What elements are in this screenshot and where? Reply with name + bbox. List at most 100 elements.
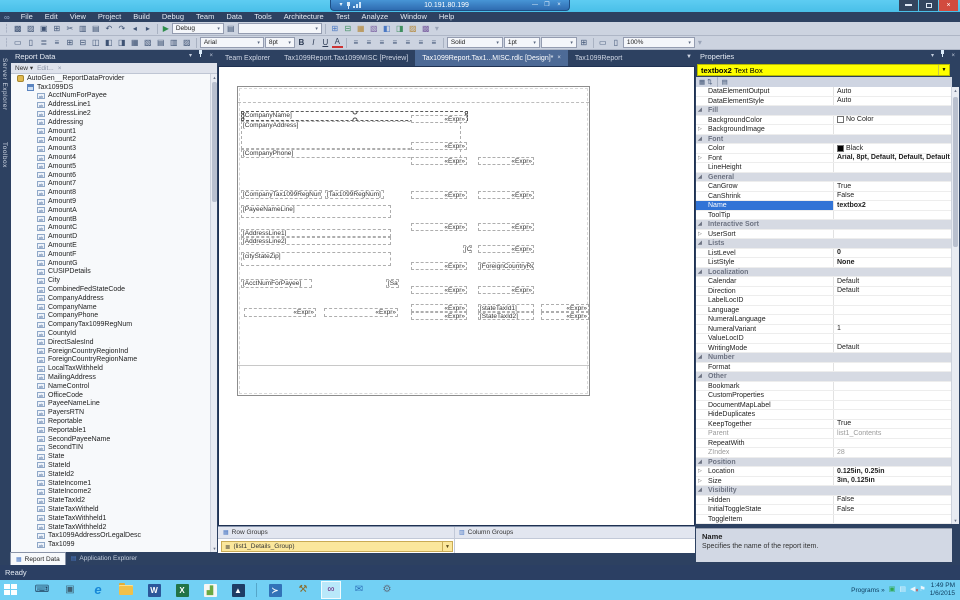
property-value[interactable] bbox=[834, 306, 952, 315]
excel-icon[interactable]: X bbox=[172, 581, 192, 599]
tree-field-companyaddress[interactable]: abCompanyAddress bbox=[11, 294, 217, 303]
report-textbox[interactable]: «Expr» bbox=[411, 286, 467, 294]
property-row-usersort[interactable]: ▷UserSort bbox=[696, 230, 952, 240]
property-row-backgroundimage[interactable]: ▷BackgroundImage bbox=[696, 125, 952, 135]
add-page-header-icon[interactable]: ≣ bbox=[38, 37, 50, 49]
property-row-hidden[interactable]: HiddenFalse bbox=[696, 496, 952, 506]
property-value[interactable]: list1_Contents bbox=[834, 429, 952, 438]
close-icon[interactable]: × bbox=[209, 50, 213, 63]
tree-field-amounta[interactable]: abAmountA bbox=[11, 206, 217, 215]
property-value[interactable] bbox=[834, 410, 952, 419]
menu-view[interactable]: View bbox=[64, 12, 92, 22]
team-explorer-window-icon[interactable]: ⊟ bbox=[342, 23, 354, 35]
menu-edit[interactable]: Edit bbox=[39, 12, 64, 22]
toolbar-overflow-icon[interactable]: ▾ bbox=[698, 38, 702, 47]
property-value[interactable]: 3in, 0.125in bbox=[834, 477, 952, 486]
report-textbox[interactable]: [Sa bbox=[386, 279, 399, 288]
tree-field-acctnumforpayee[interactable]: abAcctNumForPayee bbox=[11, 92, 217, 101]
property-row-keeptogether[interactable]: KeepTogetherTrue bbox=[696, 420, 952, 430]
pin-icon[interactable] bbox=[941, 50, 944, 63]
tree-field-amount4[interactable]: abAmount4 bbox=[11, 153, 217, 162]
property-row-writingmode[interactable]: WritingModeDefault bbox=[696, 344, 952, 354]
report-textbox[interactable]: «Expr» bbox=[411, 312, 467, 320]
property-row-listlevel[interactable]: ListLevel0 bbox=[696, 249, 952, 259]
menu-team[interactable]: Team bbox=[190, 12, 220, 22]
align-center-icon[interactable]: ⊟ bbox=[77, 37, 89, 49]
scroll-down-icon[interactable]: ▼ bbox=[952, 517, 959, 524]
property-row-parent[interactable]: Parentlist1_Contents bbox=[696, 429, 952, 439]
property-row-dataelementstyle[interactable]: DataElementStyleAuto bbox=[696, 97, 952, 107]
property-row-direction[interactable]: DirectionDefault bbox=[696, 287, 952, 297]
rdp-chevron-icon[interactable]: ▾ bbox=[335, 1, 347, 10]
minimize-button[interactable] bbox=[899, 0, 918, 11]
increase-indent-icon[interactable]: ≡ bbox=[428, 37, 440, 49]
property-value[interactable] bbox=[834, 125, 952, 134]
align-text-right-icon[interactable]: ≡ bbox=[376, 37, 388, 49]
align-text-left-icon[interactable]: ≡ bbox=[350, 37, 362, 49]
toolbar-grip-icon[interactable]: ┆ bbox=[4, 38, 9, 47]
move-handle-icon[interactable]: + bbox=[241, 111, 249, 112]
tree-field-amount7[interactable]: abAmount7 bbox=[11, 180, 217, 189]
report-textbox[interactable]: «Expr» bbox=[324, 308, 398, 317]
tree-field-reportable1[interactable]: abReportable1 bbox=[11, 426, 217, 435]
property-value[interactable]: Black bbox=[834, 144, 952, 153]
menu-file[interactable]: File bbox=[15, 12, 39, 22]
delete-button[interactable]: × bbox=[58, 65, 62, 72]
property-row-location[interactable]: ▷Location0.125in, 0.25in bbox=[696, 467, 952, 477]
property-category-visibility[interactable]: ◢Visibility bbox=[696, 486, 952, 496]
property-value[interactable]: 0.125in, 0.25in bbox=[834, 467, 952, 476]
tree-field-statetaxwitheld[interactable]: abStateTaxWitheld bbox=[11, 505, 217, 514]
property-value[interactable]: 1 bbox=[834, 325, 952, 334]
tree-field-statetaxwithheld1[interactable]: abStateTaxWithheld1 bbox=[11, 514, 217, 523]
tree-field-statetaxid2[interactable]: abStateTaxId2 bbox=[11, 496, 217, 505]
error-list-icon[interactable]: ▨ bbox=[407, 23, 419, 35]
collapse-icon[interactable]: ◢ bbox=[698, 353, 702, 363]
close-icon[interactable]: × bbox=[951, 50, 955, 63]
pin-icon[interactable] bbox=[199, 50, 202, 63]
collapse-icon[interactable]: ◢ bbox=[698, 106, 702, 116]
align-left-edges-icon[interactable]: ⊞ bbox=[64, 37, 76, 49]
report-textbox[interactable]: «Expr» bbox=[411, 262, 467, 270]
collapse-icon[interactable]: ◢ bbox=[698, 173, 702, 183]
menu-debug[interactable]: Debug bbox=[156, 12, 190, 22]
tree-field-combinedfedstatecode[interactable]: abCombinedFedStateCode bbox=[11, 285, 217, 294]
doc-tab-tax1099report-tax1099misc-pr[interactable]: Tax1099Report.Tax1099MISC [Preview] bbox=[277, 50, 415, 66]
tree-field-tax1099addressorlegaldesc[interactable]: abTax1099AddressOrLegalDesc bbox=[11, 531, 217, 540]
report-textbox[interactable]: «Expr» bbox=[478, 191, 534, 199]
window-position-icon[interactable]: ▾ bbox=[931, 50, 934, 63]
property-pages-button[interactable]: ▤ bbox=[722, 78, 728, 86]
snap-to-grid-icon[interactable]: ▭ bbox=[12, 37, 24, 49]
font-size-combo[interactable]: 8pt▾ bbox=[265, 37, 295, 48]
property-value[interactable] bbox=[834, 391, 952, 400]
tree-field-amountf[interactable]: abAmountF bbox=[11, 250, 217, 259]
property-row-valuelocid[interactable]: ValueLocID bbox=[696, 334, 952, 344]
property-row-toggleitem[interactable]: ToggleItem bbox=[696, 515, 952, 525]
property-row-format[interactable]: Format bbox=[696, 363, 952, 373]
font-color-button[interactable]: A bbox=[332, 37, 343, 48]
property-category-number[interactable]: ◢Number bbox=[696, 353, 952, 363]
search-combo[interactable]: ▾ bbox=[238, 23, 322, 34]
align-middle-icon[interactable]: ◨ bbox=[116, 37, 128, 49]
window-position-icon[interactable]: ▾ bbox=[189, 50, 192, 63]
align-bottom-edges-icon[interactable]: ▦ bbox=[129, 37, 141, 49]
tree-field-payersrtn[interactable]: abPayersRTN bbox=[11, 408, 217, 417]
property-row-calendar[interactable]: CalendarDefault bbox=[696, 277, 952, 287]
property-value[interactable] bbox=[834, 515, 952, 524]
alphabetical-button[interactable]: ⇅ bbox=[707, 78, 712, 86]
tab-server-explorer[interactable]: Server Explorer bbox=[1, 58, 8, 111]
collapse-icon[interactable]: ◢ bbox=[698, 135, 702, 145]
property-value[interactable] bbox=[834, 163, 952, 172]
tree-field-amount6[interactable]: abAmount6 bbox=[11, 171, 217, 180]
report-textbox[interactable]: [cityStateZip] bbox=[241, 252, 391, 266]
tree-field-amountd[interactable]: abAmountD bbox=[11, 232, 217, 241]
show-grid-icon[interactable]: ▯ bbox=[25, 37, 37, 49]
toolbox-window-icon[interactable]: ◨ bbox=[394, 23, 406, 35]
class-view-icon[interactable]: ▦ bbox=[355, 23, 367, 35]
property-row-liststyle[interactable]: ListStyleNone bbox=[696, 258, 952, 268]
programs-toolbar[interactable]: Programs » bbox=[851, 587, 885, 594]
report-textbox[interactable]: [AddressLine2] bbox=[241, 237, 391, 245]
property-value[interactable]: textbox2 bbox=[834, 201, 952, 210]
underline-button[interactable]: U bbox=[320, 38, 331, 47]
rdp-restore-button[interactable]: ❐ bbox=[541, 1, 553, 10]
tree-field-addressline1[interactable]: abAddressLine1 bbox=[11, 100, 217, 109]
